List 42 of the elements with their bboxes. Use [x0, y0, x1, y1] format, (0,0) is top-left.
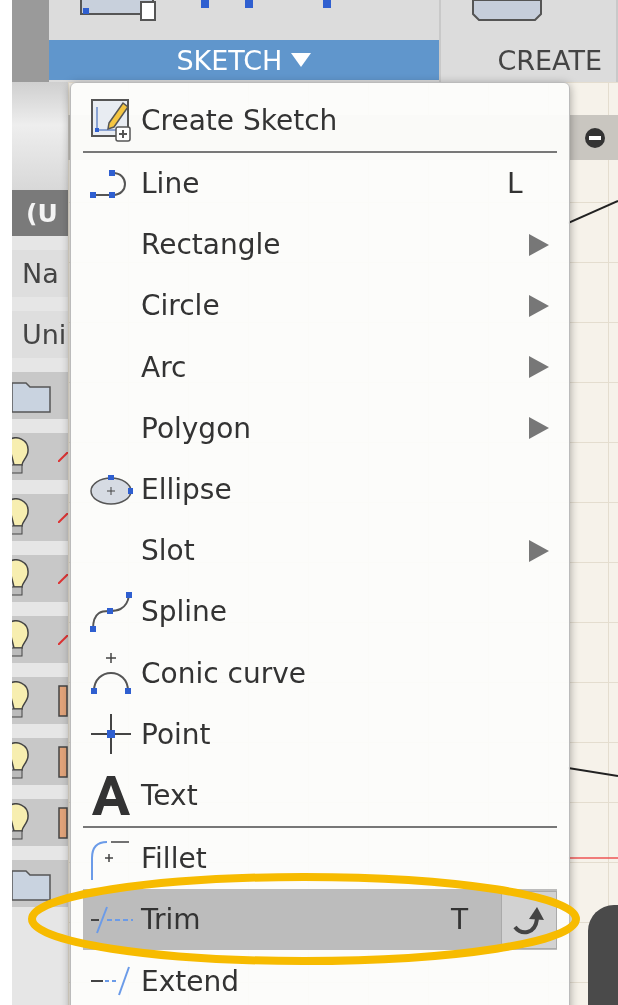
bulb-icon[interactable]	[12, 680, 30, 721]
body-icon	[58, 745, 68, 778]
bulb-icon[interactable]	[12, 497, 30, 538]
menu-item[interactable]: Circle	[83, 275, 557, 337]
menu-item[interactable]: Fillet	[83, 828, 557, 890]
sketch-line-icon	[58, 573, 68, 584]
bulb-icon[interactable]	[12, 436, 30, 477]
menu-item[interactable]: Ellipse	[83, 458, 557, 521]
menu-item[interactable]: Polygon	[83, 397, 557, 459]
browser-title: (U	[26, 198, 58, 228]
sketch-line-icon	[58, 512, 68, 523]
body-icon	[58, 806, 68, 839]
sketch-line-icon	[58, 451, 68, 462]
sketch-line-icon	[58, 634, 68, 645]
browser-row-label: Uni	[22, 319, 67, 350]
bulb-icon[interactable]	[12, 741, 30, 782]
menu-item[interactable]: Spline	[83, 581, 557, 643]
browser-row-label: Na	[22, 258, 59, 289]
bulb-icon[interactable]	[12, 558, 30, 599]
trim-icon	[89, 904, 135, 935]
menu-item[interactable]: Line L	[83, 153, 557, 215]
minus-circle-icon[interactable]	[584, 126, 606, 149]
menu-item[interactable]: Arc	[83, 336, 557, 398]
body-icon	[58, 684, 68, 717]
menu-item[interactable]: Conic curve	[83, 642, 557, 704]
menu-item[interactable]: Slot	[83, 520, 557, 582]
ellipse-icon	[89, 473, 135, 506]
sketch-line	[568, 200, 618, 224]
menu-item[interactable]: Create Sketch	[83, 89, 557, 151]
toolbar-tab[interactable]: CREATE	[441, 40, 616, 80]
sketch-line	[568, 857, 618, 859]
shortcut-key: L	[507, 167, 557, 201]
sketch-line	[568, 767, 618, 777]
bulb-icon[interactable]	[12, 619, 30, 660]
shortcut-key: T	[451, 903, 501, 937]
spline-icon	[89, 590, 135, 633]
menu-item[interactable]: Trim T	[83, 889, 557, 951]
menu-item[interactable]: Extend	[83, 950, 557, 1005]
menu-item[interactable]: Rectangle	[83, 214, 557, 276]
menu-item[interactable]: Point	[83, 703, 557, 765]
bulb-icon[interactable]	[12, 802, 30, 843]
menu-item[interactable]: Text	[83, 764, 557, 827]
